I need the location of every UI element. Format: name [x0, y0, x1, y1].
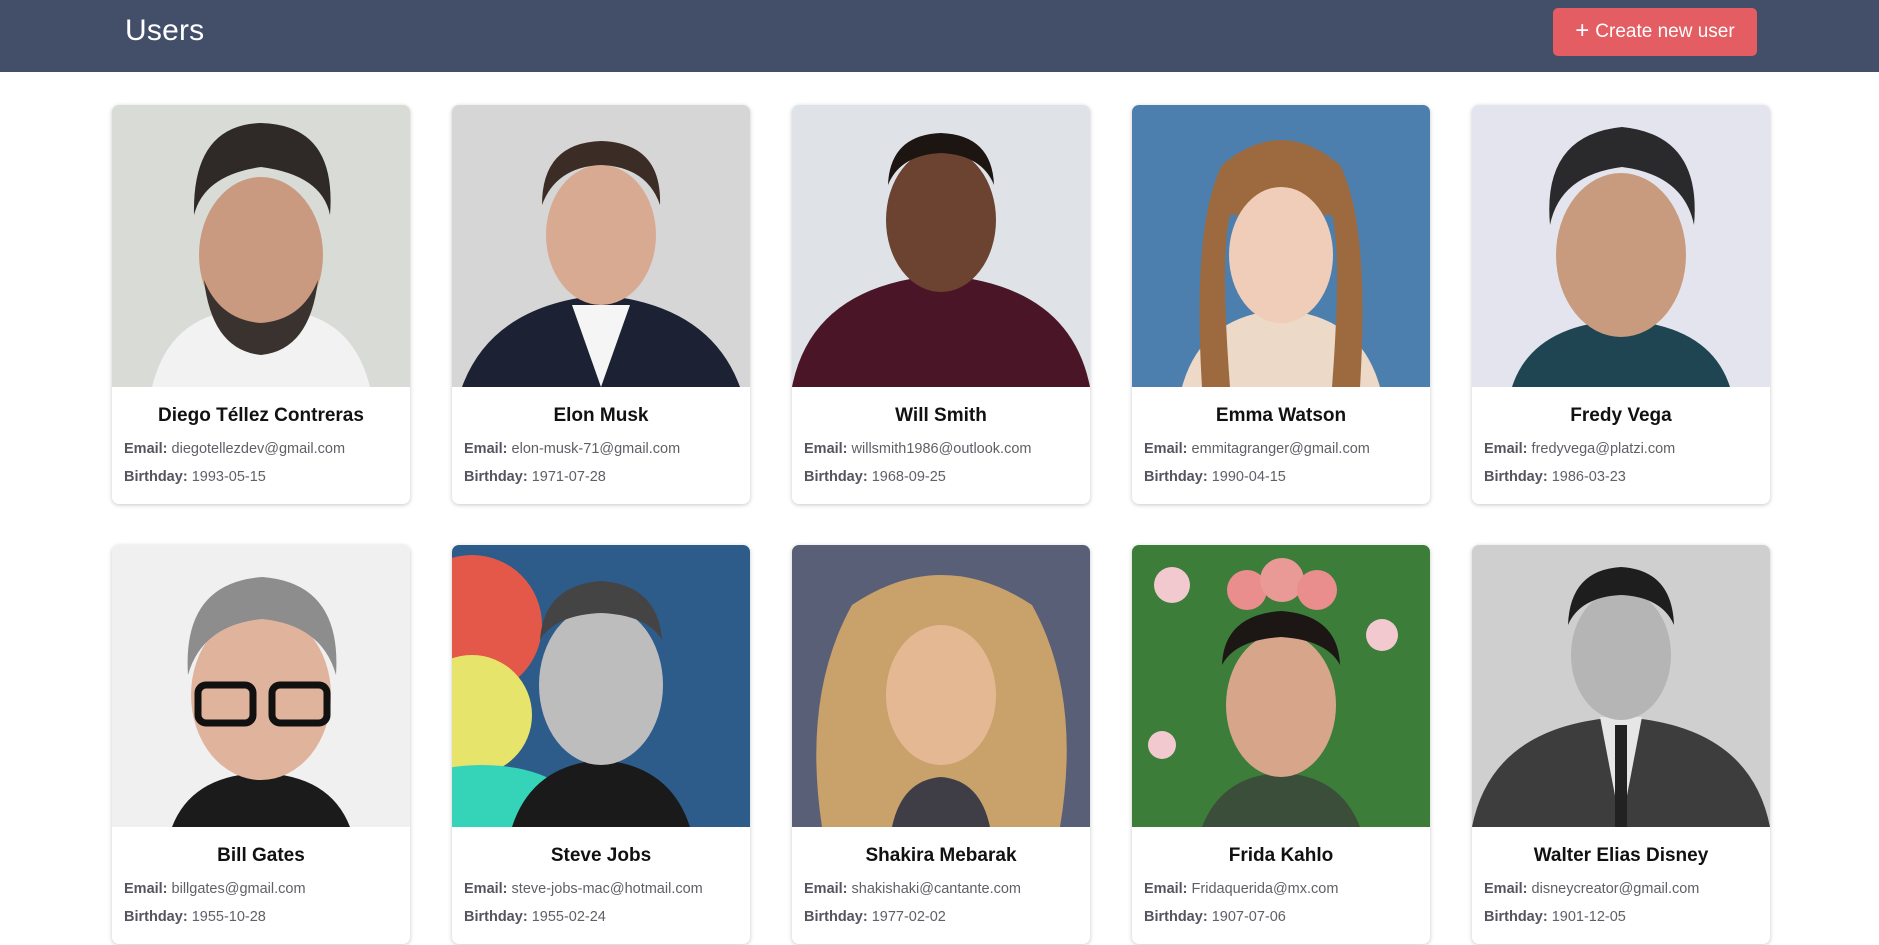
user-card[interactable]: Shakira Mebarak Email: shakishaki@cantan… [792, 545, 1090, 944]
plus-icon: + [1575, 17, 1590, 44]
user-name: Walter Elias Disney [1533, 845, 1709, 866]
user-card[interactable]: Will Smith Email: willsmith1986@outlook.… [792, 105, 1090, 504]
user-email: Email: willsmith1986@outlook.com [804, 441, 1032, 457]
user-birthday: Birthday: 1971-07-28 [464, 469, 606, 485]
user-email: Email: disneycreator@gmail.com [1484, 881, 1700, 897]
user-email: Email: shakishaki@cantante.com [804, 881, 1022, 897]
user-birthday: Birthday: 1968-09-25 [804, 469, 946, 485]
user-email: Email: fredyvega@platzi.com [1484, 441, 1676, 457]
user-birthday: Birthday: 1990-04-15 [1144, 469, 1286, 485]
user-email: Email: emmitagranger@gmail.com [1144, 441, 1370, 457]
user-birthday: Birthday: 1955-10-28 [124, 909, 266, 925]
user-email: Email: elon-musk-71@gmail.com [464, 441, 681, 457]
page-title: Users [125, 14, 205, 47]
user-photo [452, 105, 750, 387]
user-birthday: Birthday: 1907-07-06 [1144, 909, 1286, 925]
user-name: Will Smith [895, 405, 987, 426]
user-name: Diego Téllez Contreras [158, 405, 364, 426]
user-name: Emma Watson [1215, 405, 1347, 426]
user-birthday: Birthday: 1977-02-02 [804, 909, 946, 925]
user-name: Elon Musk [553, 405, 649, 426]
user-card[interactable]: Emma Watson Email: emmitagranger@gmail.c… [1132, 105, 1430, 504]
user-photo [112, 105, 410, 387]
user-photo [792, 545, 1090, 827]
user-birthday: Birthday: 1955-02-24 [464, 909, 606, 925]
user-photo [792, 105, 1090, 387]
user-name: Fredy Vega [1570, 405, 1672, 426]
user-card[interactable]: Elon Musk Email: elon-musk-71@gmail.com … [452, 105, 750, 504]
user-birthday: Birthday: 1986-03-23 [1484, 469, 1626, 485]
user-card[interactable]: Bill Gates Email: billgates@gmail.com Bi… [112, 545, 410, 944]
user-name: Shakira Mebarak [865, 845, 1017, 866]
user-photo [112, 545, 410, 827]
user-email: Email: steve-jobs-mac@hotmail.com [464, 881, 703, 897]
user-card[interactable]: Walter Elias Disney Email: disneycreator… [1472, 545, 1770, 944]
user-email: Email: billgates@gmail.com [124, 881, 306, 897]
user-photo [1472, 545, 1770, 827]
create-new-user-button[interactable]: + Create new user [1553, 8, 1757, 56]
user-photo [452, 545, 750, 827]
user-email: Email: Fridaquerida@mx.com [1144, 881, 1339, 897]
user-birthday: Birthday: 1901-12-05 [1484, 909, 1626, 925]
user-card[interactable]: Fredy Vega Email: fredyvega@platzi.com B… [1472, 105, 1770, 504]
user-photo [1132, 105, 1430, 387]
user-name: Steve Jobs [550, 845, 652, 866]
user-name: Frida Kahlo [1228, 845, 1334, 866]
user-card[interactable]: Frida Kahlo Email: Fridaquerida@mx.com B… [1132, 545, 1430, 944]
user-birthday: Birthday: 1993-05-15 [124, 469, 266, 485]
top-header: Users + Create new user [0, 0, 1879, 72]
user-photo [1472, 105, 1770, 387]
user-name: Bill Gates [217, 845, 305, 866]
user-photo [1132, 545, 1430, 827]
user-email: Email: diegotellezdev@gmail.com [124, 441, 346, 457]
user-card[interactable]: Diego Téllez Contreras Email: diegotelle… [112, 105, 410, 504]
create-new-user-label: Create new user [1595, 21, 1735, 42]
user-card[interactable]: Steve Jobs Email: steve-jobs-mac@hotmail… [452, 545, 750, 944]
